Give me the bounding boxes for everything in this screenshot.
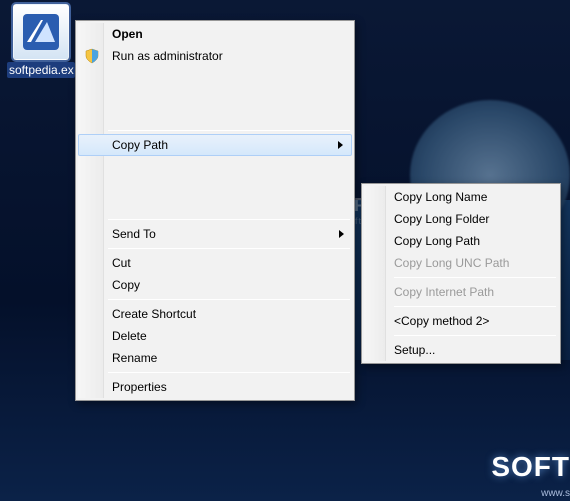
desktop-icon-softpedia[interactable]: softpedia.ex (6, 4, 76, 81)
menu-label: Copy Long Path (394, 234, 480, 248)
separator (108, 299, 350, 300)
submenu-copy-method-2[interactable]: <Copy method 2> (364, 310, 558, 332)
menu-run-as-admin[interactable]: Run as administrator (78, 45, 352, 67)
separator (394, 277, 556, 278)
separator (108, 219, 350, 220)
app-icon (13, 4, 69, 60)
menu-label: Rename (112, 351, 157, 365)
separator (394, 335, 556, 336)
menu-copy[interactable]: Copy (78, 274, 352, 296)
copy-path-submenu: Copy Long Name Copy Long Folder Copy Lon… (361, 183, 561, 364)
separator (108, 372, 350, 373)
menu-label: Copy Long Name (394, 190, 487, 204)
menu-open[interactable]: Open (78, 23, 352, 45)
softpedia-logo-text: SOFT (491, 451, 570, 483)
menu-label: Copy Path (112, 138, 168, 152)
menu-label: Properties (112, 380, 167, 394)
desktop-icon-label: softpedia.ex (7, 62, 75, 78)
menu-copy-path[interactable]: Copy Path (78, 134, 352, 156)
menu-send-to[interactable]: Send To (78, 223, 352, 245)
menu-delete[interactable]: Delete (78, 325, 352, 347)
submenu-copy-long-unc: Copy Long UNC Path (364, 252, 558, 274)
menu-label: Open (112, 27, 143, 41)
menu-label: Cut (112, 256, 131, 270)
menu-label: <Copy method 2> (394, 314, 489, 328)
menu-label: Send To (112, 227, 156, 241)
menu-properties[interactable]: Properties (78, 376, 352, 398)
context-menu: Open Run as administrator Copy Path Send… (75, 20, 355, 401)
menu-label: Copy Internet Path (394, 285, 494, 299)
submenu-arrow-icon (339, 230, 344, 238)
submenu-setup[interactable]: Setup... (364, 339, 558, 361)
submenu-copy-long-path[interactable]: Copy Long Path (364, 230, 558, 252)
menu-label: Copy Long Folder (394, 212, 489, 226)
menu-cut[interactable]: Cut (78, 252, 352, 274)
submenu-copy-internet-path: Copy Internet Path (364, 281, 558, 303)
menu-label: Delete (112, 329, 147, 343)
site-url-fragment: www.s (541, 488, 570, 499)
submenu-copy-long-folder[interactable]: Copy Long Folder (364, 208, 558, 230)
menu-label: Copy Long UNC Path (394, 256, 509, 270)
menu-rename[interactable]: Rename (78, 347, 352, 369)
menu-label: Run as administrator (112, 49, 223, 63)
menu-label: Copy (112, 278, 140, 292)
menu-label: Create Shortcut (112, 307, 196, 321)
submenu-arrow-icon (338, 141, 343, 149)
menu-label: Setup... (394, 343, 435, 357)
shield-icon (84, 48, 100, 64)
submenu-copy-long-name[interactable]: Copy Long Name (364, 186, 558, 208)
menu-create-shortcut[interactable]: Create Shortcut (78, 303, 352, 325)
separator (394, 306, 556, 307)
separator (108, 248, 350, 249)
separator (108, 130, 350, 131)
